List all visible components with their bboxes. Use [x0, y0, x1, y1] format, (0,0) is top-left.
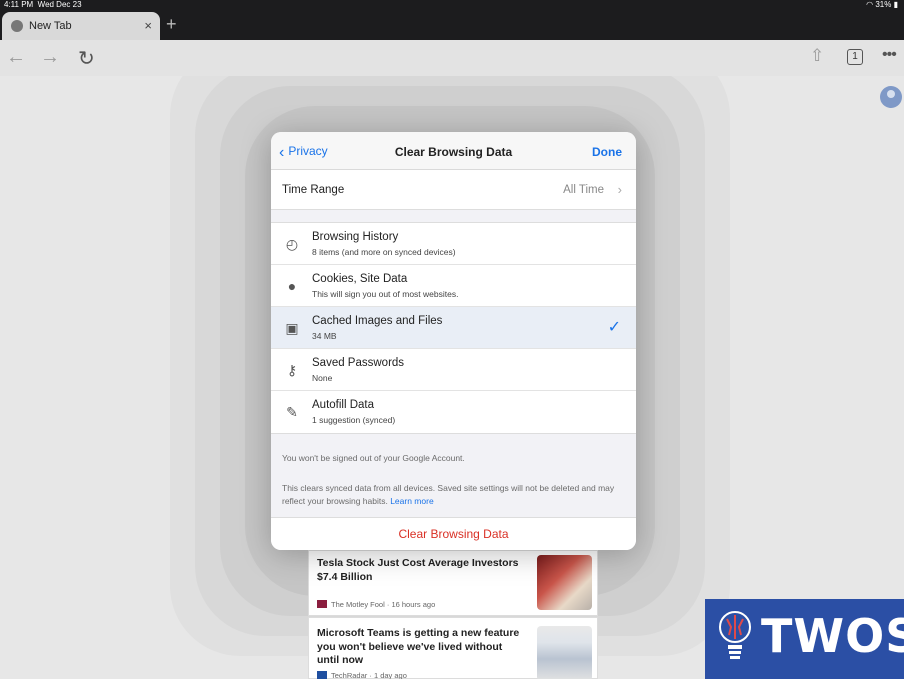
tab-title: New Tab [29, 20, 72, 32]
globe-icon [11, 20, 23, 32]
option-title: Saved Passwords [312, 357, 405, 369]
status-time: 4:11 PM [4, 0, 34, 9]
option-cached-images-files[interactable]: ▣ Cached Images and Files 34 MB ✓ [271, 307, 636, 349]
history-icon: ◴ [285, 236, 299, 252]
clear-browsing-data-button[interactable]: Clear Browsing Data [271, 517, 636, 550]
tab-switcher-button[interactable]: 1 [847, 49, 863, 65]
cookie-icon: ● [287, 278, 297, 294]
dialog-title: Clear Browsing Data [394, 145, 513, 159]
news-source: TechRadar [331, 671, 368, 679]
done-button[interactable]: Done [592, 145, 622, 159]
news-thumbnail [537, 626, 592, 679]
wifi-icon: ◠ [866, 0, 874, 9]
share-icon[interactable]: ⇧ [810, 46, 824, 66]
account-avatar[interactable] [880, 86, 902, 108]
time-range-value: All Time [563, 184, 604, 196]
account-note: You won't be signed out of your Google A… [282, 453, 465, 463]
option-title: Browsing History [312, 231, 399, 243]
motley-fool-logo-icon [317, 600, 327, 608]
checkmark-icon: ✓ [607, 319, 621, 336]
lightbulb-logo-icon [719, 611, 751, 659]
tab-new-tab[interactable]: New Tab × [2, 12, 160, 40]
option-autofill-data[interactable]: ✎ Autofill Data 1 suggestion (synced) [271, 391, 636, 433]
news-card-title: Tesla Stock Just Cost Average Investors … [317, 557, 519, 583]
news-age: 16 hours ago [391, 600, 436, 609]
clear-browsing-data-dialog: ‹ Privacy Clear Browsing Data Done Time R… [271, 132, 636, 550]
time-range-row[interactable]: Time Range All Time › [271, 170, 636, 210]
battery-icon: ▮ [893, 0, 898, 9]
option-cookies-site-data[interactable]: ● Cookies, Site Data This will sign you … [271, 265, 636, 307]
toolbar: ← → ↻ ⇧ 1 ••• [0, 40, 904, 76]
option-subtitle: 34 MB [312, 331, 337, 341]
option-subtitle: None [312, 373, 333, 383]
new-tab-button[interactable]: + [166, 14, 177, 35]
option-saved-passwords[interactable]: ⚷ Saved Passwords None [271, 349, 636, 391]
option-title: Cached Images and Files [312, 315, 443, 327]
news-age: 1 day ago [373, 671, 407, 679]
news-thumbnail [537, 555, 592, 610]
option-title: Cookies, Site Data [312, 273, 408, 285]
techradar-logo-icon [317, 671, 327, 679]
dialog-header: ‹ Privacy Clear Browsing Data Done [271, 132, 636, 170]
status-bar: 4:11 PM Wed Dec 23 ◠ 31% ▮ [0, 0, 904, 10]
data-type-list: ◴ Browsing History 8 items (and more on … [271, 222, 636, 434]
sync-note-text: This clears synced data from all devices… [282, 483, 615, 506]
sync-note: This clears synced data from all devices… [282, 482, 627, 507]
close-tab-icon[interactable]: × [144, 18, 152, 33]
news-card[interactable]: Tesla Stock Just Cost Average Investors … [308, 550, 598, 616]
time-range-label: Time Range [282, 184, 345, 196]
option-subtitle: This will sign you out of most websites. [312, 289, 459, 299]
watermark-text: TWOS [761, 609, 904, 663]
forward-arrow-icon[interactable]: → [40, 46, 60, 69]
option-browsing-history[interactable]: ◴ Browsing History 8 items (and more on … [271, 223, 636, 265]
reload-icon[interactable]: ↻ [78, 46, 95, 71]
status-date: Wed Dec 23 [37, 0, 82, 9]
option-subtitle: 8 items (and more on synced devices) [312, 247, 456, 257]
back-arrow-icon[interactable]: ← [6, 46, 26, 69]
battery-level: 31% [875, 0, 892, 9]
news-card[interactable]: Microsoft Teams is getting a new feature… [308, 617, 598, 679]
magic-wand-icon: ✎ [286, 404, 298, 420]
learn-more-link[interactable]: Learn more [390, 496, 433, 506]
image-icon: ▣ [285, 320, 299, 336]
tab-strip: New Tab × + [0, 10, 904, 40]
option-title: Autofill Data [312, 399, 375, 411]
twos-watermark: TWOS [705, 599, 904, 679]
chevron-right-icon: › [617, 182, 622, 197]
key-icon: ⚷ [286, 362, 298, 378]
news-card-title: Microsoft Teams is getting a new feature… [317, 627, 520, 666]
option-subtitle: 1 suggestion (synced) [312, 415, 396, 425]
more-menu-icon[interactable]: ••• [882, 46, 897, 64]
news-source: The Motley Fool [331, 600, 385, 609]
